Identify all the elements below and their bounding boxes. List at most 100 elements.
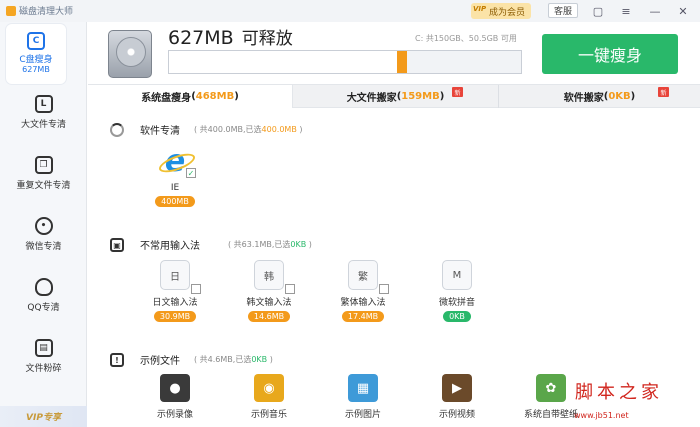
app-item-sample-pictures[interactable]: ▦ 示例图片 bbox=[328, 374, 398, 420]
picture-sample-icon: ▦ bbox=[348, 374, 378, 402]
japanese-ime-icon: 日 bbox=[160, 260, 190, 290]
section-title: 软件专清 bbox=[140, 126, 180, 137]
one-click-slim-button[interactable]: 一键瘦身 bbox=[542, 34, 678, 74]
selected-size: 400.0MB bbox=[261, 125, 297, 134]
selected-size: 0KB bbox=[290, 240, 307, 249]
microsoft-pinyin-icon: M bbox=[442, 260, 472, 290]
sidebar-item-label: 文件粉碎 bbox=[25, 364, 62, 374]
app-size-badge: 14.6MB bbox=[247, 311, 291, 322]
vip-tag: VIP bbox=[473, 5, 487, 13]
disk-usage-bar bbox=[168, 50, 522, 74]
section-sample-files: ! 示例文件 ( 共4.6MB,已选0KB ) bbox=[88, 342, 700, 376]
tab-count: 0KB bbox=[608, 91, 631, 102]
section-meta: ( 共63.1MB,已选0KB ) bbox=[228, 240, 312, 249]
app-name: 韩文输入法 bbox=[246, 298, 292, 308]
new-badge: 新 bbox=[658, 87, 669, 97]
app-size-badge: 0KB bbox=[443, 311, 471, 322]
app-checkbox[interactable]: ✓ bbox=[186, 168, 196, 178]
app-item-microsoft-pinyin[interactable]: M 微软拼音 0KB bbox=[422, 260, 492, 322]
disk-usage-fill bbox=[169, 51, 401, 73]
app-item-sample-video[interactable]: ● 示例录像 bbox=[140, 374, 210, 420]
app-size-badge: 400MB bbox=[155, 196, 195, 207]
app-title: 磁盘清理大师 bbox=[6, 4, 73, 17]
app-name: 日文输入法 bbox=[152, 298, 198, 308]
film-sample-icon: ▶ bbox=[442, 374, 472, 402]
menu-icon[interactable]: ≡ bbox=[619, 4, 633, 18]
app-name: 示例录像 bbox=[156, 410, 193, 420]
app-name: IE bbox=[170, 183, 180, 193]
app-name: 示例音乐 bbox=[250, 410, 287, 420]
app-size-badge: 17.4MB bbox=[341, 311, 385, 322]
app-item-sample-films[interactable]: ▶ 示例视频 bbox=[422, 374, 492, 420]
tab-software-move[interactable]: 软件搬家 (0KB) bbox=[499, 85, 700, 108]
tab-label: 大文件搬家 bbox=[346, 93, 397, 104]
traditional-ime-icon: 繁 bbox=[348, 260, 378, 290]
vip-exclusive-banner[interactable]: VIP专享 bbox=[0, 406, 87, 427]
app-name: 系统自带壁纸 bbox=[523, 410, 578, 420]
tab-count: 468MB bbox=[195, 91, 235, 102]
app-checkbox[interactable] bbox=[191, 284, 201, 294]
minimize-icon[interactable]: — bbox=[648, 4, 662, 18]
app-checkbox[interactable] bbox=[379, 284, 389, 294]
section-input-methods: ▣ 不常用输入法 ( 共63.1MB,已选0KB ) bbox=[88, 227, 700, 261]
sidebar-item-wechat[interactable]: • 微信专清 bbox=[0, 207, 87, 267]
app-item-ie[interactable]: e ✓ IE 400MB bbox=[140, 144, 210, 207]
app-title-text: 磁盘清理大师 bbox=[19, 7, 74, 17]
large-file-icon: L bbox=[34, 95, 53, 113]
sidebar-item-label: 重复文件专清 bbox=[16, 181, 71, 191]
sidebar-item-label: C盘瘦身 bbox=[19, 55, 53, 65]
site-watermark-url: www.jb51.net bbox=[574, 411, 629, 420]
skin-icon[interactable]: ▢ bbox=[591, 4, 605, 18]
site-watermark: 脚本之家 bbox=[575, 382, 663, 403]
section-title: 示例文件 bbox=[140, 356, 180, 367]
wechat-icon: • bbox=[34, 217, 53, 235]
customer-service-button[interactable]: 客服 bbox=[548, 3, 578, 18]
header: 627MB 可释放 C: 共150GB、50.5GB 可用 一键瘦身 bbox=[88, 22, 700, 84]
section-meta: ( 共400.0MB,已选400.0MB ) bbox=[194, 125, 303, 134]
app-name: 微软拼音 bbox=[438, 298, 475, 308]
tab-system-disk-slim[interactable]: 系统盘瘦身 (468MB) bbox=[88, 85, 293, 108]
sidebar-item-label: QQ专清 bbox=[27, 303, 60, 313]
sidebar-item-label: 大文件专清 bbox=[20, 120, 66, 130]
app-checkbox[interactable] bbox=[285, 284, 295, 294]
become-vip-button[interactable]: VIP 成为会员 bbox=[471, 3, 531, 19]
app-size-badge: 30.9MB bbox=[153, 311, 197, 322]
close-icon[interactable]: ✕ bbox=[676, 4, 690, 18]
tab-large-file-move[interactable]: 大文件搬家 (159MB) bbox=[293, 85, 498, 108]
sidebar-item-size: 627MB bbox=[22, 65, 50, 74]
video-sample-icon: ● bbox=[160, 374, 190, 402]
ie-icon: e ✓ bbox=[158, 144, 196, 179]
qq-icon bbox=[34, 278, 53, 296]
sidebar-item-duplicate-files[interactable]: ❐ 重复文件专清 bbox=[0, 146, 87, 206]
become-vip-label: 成为会员 bbox=[488, 7, 525, 18]
sidebar-item-shredder[interactable]: ▤ 文件粉碎 bbox=[0, 329, 87, 389]
app-logo-icon bbox=[6, 5, 16, 16]
duplicate-file-icon: ❐ bbox=[34, 156, 53, 174]
sidebar-item-label: 微信专清 bbox=[25, 242, 62, 252]
tab-label: 系统盘瘦身 bbox=[141, 93, 192, 104]
section-software-clean: 软件专清 ( 共400.0MB,已选400.0MB ) bbox=[88, 112, 700, 146]
hard-disk-icon bbox=[108, 30, 152, 78]
app-name: 繁体输入法 bbox=[340, 298, 386, 308]
disk-usage-marker bbox=[397, 51, 407, 73]
sample-file-icon: ! bbox=[110, 353, 124, 367]
loading-spinner-icon bbox=[110, 123, 124, 137]
app-name: 示例视频 bbox=[438, 410, 475, 420]
app-item-sample-music[interactable]: ◉ 示例音乐 bbox=[234, 374, 304, 420]
sidebar-item-large-files[interactable]: L 大文件专清 bbox=[0, 85, 87, 145]
sidebar: C C盘瘦身 627MB L 大文件专清 ❐ 重复文件专清 • 微信专清 QQ专… bbox=[0, 22, 87, 427]
keyboard-icon: ▣ bbox=[110, 238, 124, 252]
sidebar-item-qq[interactable]: QQ专清 bbox=[0, 268, 87, 328]
disk-capacity-info: C: 共150GB、50.5GB 可用 bbox=[415, 34, 517, 43]
section-meta: ( 共4.6MB,已选0KB ) bbox=[194, 355, 273, 364]
section-title: 不常用输入法 bbox=[140, 241, 200, 252]
new-badge: 新 bbox=[452, 87, 463, 97]
tab-bar: 系统盘瘦身 (468MB) 大文件搬家 (159MB) 新 软件搬家 (0KB)… bbox=[88, 84, 700, 108]
app-name: 示例图片 bbox=[344, 410, 381, 420]
music-sample-icon: ◉ bbox=[254, 374, 284, 402]
c-drive-icon: C bbox=[27, 32, 45, 50]
tab-label: 软件搬家 bbox=[563, 93, 604, 104]
shredder-icon: ▤ bbox=[34, 339, 53, 357]
selected-size: 0KB bbox=[251, 355, 268, 364]
sidebar-item-c-drive-slim[interactable]: C C盘瘦身 627MB bbox=[6, 24, 66, 84]
